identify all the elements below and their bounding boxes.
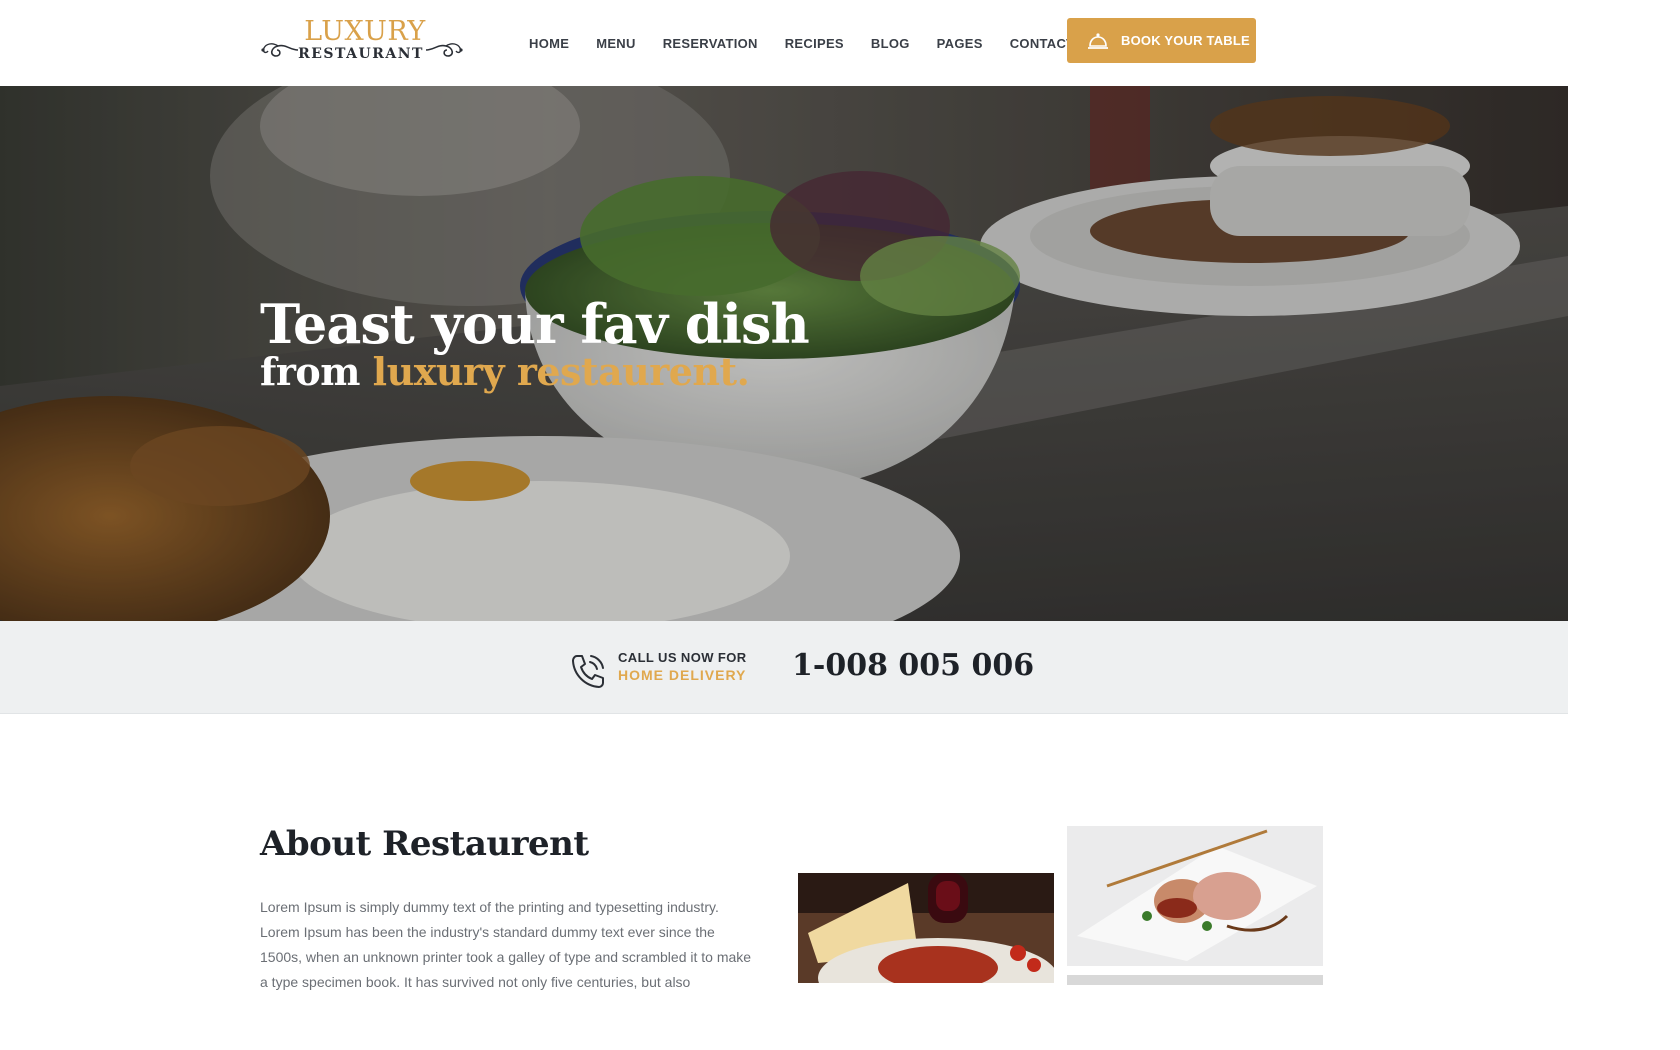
call-us-label: CALL US NOW FOR [618, 650, 747, 665]
hero-subtitle-accent: luxury restaurent. [372, 349, 750, 394]
phone-icon [572, 655, 604, 688]
logo-wordmark-top: LUXURY [304, 16, 426, 47]
phone-number[interactable]: 1-008 005 006 [792, 648, 1034, 683]
logo-swirl-right-icon [425, 43, 463, 57]
logo-wordmark-bottom: RESTAURANT [298, 46, 424, 62]
delivery-call-bar [0, 621, 1568, 714]
about-title: About Restaurent [260, 824, 589, 864]
hero-banner: Teast your fav dish from luxury restaure… [0, 86, 1568, 621]
about-image-third [1067, 975, 1323, 985]
nav-item-contact[interactable]: CONTACT [1010, 36, 1075, 56]
book-your-table-button[interactable]: BOOK YOUR TABLE [1067, 18, 1256, 63]
home-delivery-label: HOME DELIVERY [618, 667, 747, 683]
logo-swirl-left-icon [261, 43, 299, 57]
nav-item-home[interactable]: HOME [529, 36, 569, 56]
about-image-plated-dish [1067, 826, 1323, 966]
site-header: LUXURY RESTAURANT HOME MENU RESERVATION … [0, 0, 1568, 86]
nav-item-reservation[interactable]: RESERVATION [663, 36, 758, 56]
hero-subtitle-prefix: from [260, 349, 373, 394]
hero-title: Teast your fav dish [260, 292, 810, 356]
nav-item-menu[interactable]: MENU [596, 36, 635, 56]
nav-item-blog[interactable]: BLOG [871, 36, 910, 56]
book-your-table-label: BOOK YOUR TABLE [1121, 33, 1250, 48]
service-bell-icon [1088, 32, 1108, 49]
main-nav: HOME MENU RESERVATION RECIPES BLOG PAGES… [529, 36, 1101, 56]
nav-item-recipes[interactable]: RECIPES [785, 36, 844, 56]
logo[interactable]: LUXURY RESTAURANT [260, 16, 464, 66]
about-text: Lorem Ipsum is simply dummy text of the … [260, 899, 752, 990]
hero-subtitle: from luxury restaurent. [260, 349, 750, 394]
about-image-pasta [798, 873, 1054, 983]
nav-item-pages[interactable]: PAGES [937, 36, 983, 56]
